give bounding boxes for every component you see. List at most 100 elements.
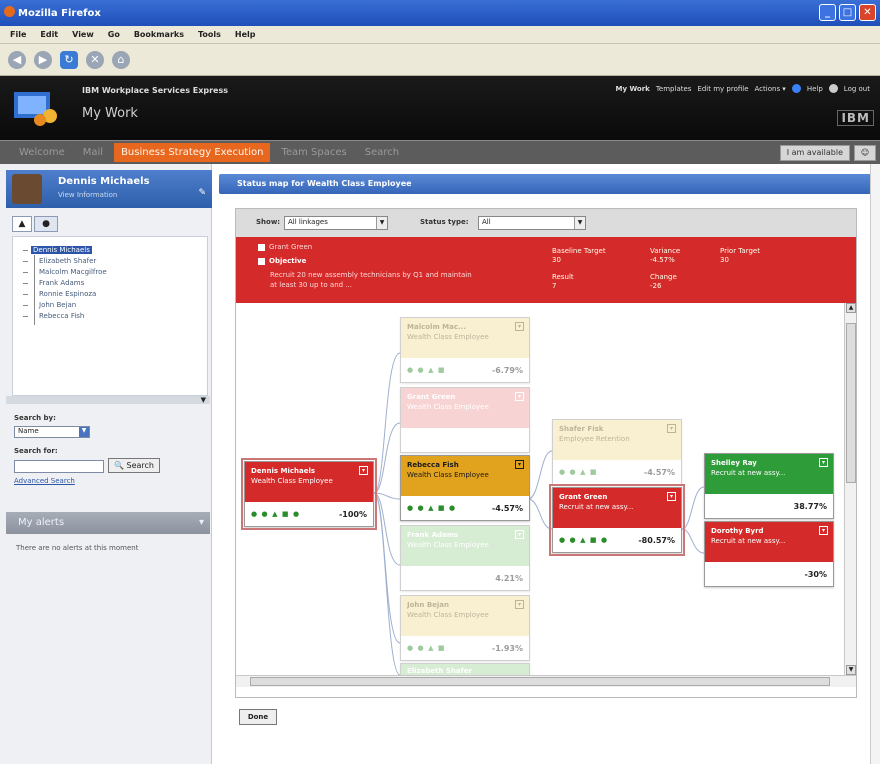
status-node[interactable]: Shelley Ray Recruit at new assy... ▾ 38.77… [704,453,834,519]
tab-welcome[interactable]: Welcome [12,143,72,162]
window-title: Mozilla Firefox [18,7,101,19]
node-menu-icon[interactable]: ▾ [819,458,828,467]
status-node[interactable]: Rebecca Fish Wealth Class Employee ▾ ● ● ▲… [400,455,530,521]
tab-search[interactable]: Search [358,143,406,162]
availability-button[interactable]: I am available [779,145,850,161]
objective-label: Objective [269,257,307,265]
scroll-thumb[interactable] [846,323,856,483]
status-node[interactable]: John Bejan Wealth Class Employee ▾ ● ● ▲ ■… [400,595,530,661]
menu-edit[interactable]: Edit [40,30,58,39]
home-icon[interactable]: ⌂ [112,50,130,69]
org-tree: Dennis Michaels Elizabeth Shafer Malcolm… [12,236,208,396]
search-input[interactable] [14,460,104,473]
search-by-select[interactable]: Name ▼ [14,426,90,438]
back-arrow-icon[interactable]: ◀ [8,50,26,69]
tree-item[interactable]: Dennis Michaels [17,245,203,256]
scroll-thumb[interactable] [250,677,830,686]
scroll-up-icon[interactable]: ▲ [846,303,856,313]
node-menu-icon[interactable]: ▾ [667,424,676,433]
page-scrollbar[interactable] [870,164,880,764]
panel-heading: Status map for Wealth Class Employee [219,174,871,194]
link-logout[interactable]: Log out [844,85,870,93]
chevron-down-icon: ▼ [79,427,89,437]
objective-owner[interactable]: Grant Green [269,243,312,251]
chevron-down-icon: ▼ [376,217,387,229]
menu-view[interactable]: View [72,30,94,39]
maximize-button[interactable]: □ [839,4,856,21]
panel-splitter[interactable]: ▼ [6,396,210,404]
reload-icon[interactable]: ↻ [60,50,78,69]
objective-text-1: Recruit 20 new assembly technicians by Q… [270,271,472,279]
node-menu-icon[interactable]: ▾ [515,460,524,469]
tree-item[interactable]: Rebecca Fish [17,311,203,322]
menu-file[interactable]: File [10,30,26,39]
sidebar: Dennis Michaels View Information ✎ ▲ ● D… [0,164,212,764]
status-node[interactable]: Grant Green Wealth Class Employee ▾ [400,387,530,453]
status-node[interactable]: Dorothy Byrd Recruit at new assy... ▾ -30% [704,521,834,587]
minimize-button[interactable]: _ [819,4,836,21]
tree-item[interactable]: Ronnie Espinoza [17,289,203,300]
objective-text-2: at least 30 up to and ... [270,281,352,289]
vertical-scrollbar[interactable]: ▲ ▼ [844,303,856,675]
search-by-label: Search by: [14,414,56,422]
menu-help[interactable]: Help [235,30,256,39]
status-map: Dennis Michaels Wealth Class Employee ▾ ● … [236,303,856,687]
node-menu-icon[interactable]: ▾ [359,466,368,475]
metric-value: 30 [552,256,561,264]
metric-label: Baseline Target [552,247,606,255]
node-menu-icon[interactable]: ▾ [515,392,524,401]
stop-icon[interactable]: ✕ [86,50,104,69]
firefox-icon [4,6,15,17]
close-button[interactable]: ✕ [859,4,876,21]
link-help[interactable]: Help [807,85,823,93]
status-node[interactable]: Malcolm Mac... Wealth Class Employee ▾ ● ●… [400,317,530,383]
menu-tools[interactable]: Tools [198,30,221,39]
people-icon[interactable]: ☺ [854,145,876,161]
forward-arrow-icon[interactable]: ▶ [34,50,52,69]
user-name: Dennis Michaels [58,176,150,187]
status-node[interactable]: Shafer Fisk Employee Retention ▾ ● ● ▲ ■ -4… [552,419,682,485]
view-information-link[interactable]: View Information [58,191,117,199]
advanced-search-link[interactable]: Advanced Search [14,477,75,485]
menu-bookmarks[interactable]: Bookmarks [134,30,184,39]
status-node[interactable]: Frank Adams Wealth Class Employee ▾ 4.21% [400,525,530,591]
link-my-work[interactable]: My Work [615,85,649,93]
scroll-down-icon[interactable]: ▼ [846,665,856,675]
edit-icon[interactable]: ✎ [198,188,206,198]
tab-team-spaces[interactable]: Team Spaces [274,143,353,162]
search-button[interactable]: 🔍 Search [108,458,160,473]
link-actions[interactable]: Actions ▾ [755,85,786,93]
node-menu-icon[interactable]: ▾ [819,526,828,535]
done-button[interactable]: Done [239,709,277,725]
avatar [12,174,42,204]
tab-business-strategy-execution[interactable]: Business Strategy Execution [114,143,271,162]
node-menu-icon[interactable]: ▾ [515,600,524,609]
tree-item[interactable]: Frank Adams [17,278,203,289]
status-type-label: Status type: [420,218,469,226]
tree-item[interactable]: Elizabeth Shafer [17,256,203,267]
metric-value: 30 [720,256,729,264]
alerts-message: There are no alerts at this moment [16,544,139,552]
metric-label: Prior Target [720,247,760,255]
main-panel: Status map for Wealth Class Employee Sho… [213,164,880,764]
node-menu-icon[interactable]: ▾ [515,322,524,331]
alerts-title: My alerts [18,517,65,528]
status-type-select[interactable]: All ▼ [478,216,586,230]
tab-mail[interactable]: Mail [76,143,110,162]
link-templates[interactable]: Templates [656,85,692,93]
workplace-logo-icon [14,92,57,126]
logout-icon [828,84,838,93]
status-node[interactable]: Grant Green Recruit at new assy... ▾ ● ● ▲… [549,484,685,556]
people-tab-icon[interactable]: ▲ [12,216,32,232]
show-select[interactable]: All linkages ▼ [284,216,388,230]
alerts-panel-header[interactable]: My alerts ▾ [6,512,210,534]
status-node-root[interactable]: Dennis Michaels Wealth Class Employee ▾ ● … [241,458,377,530]
groups-tab-icon[interactable]: ● [34,216,58,232]
menu-go[interactable]: Go [108,30,120,39]
tree-item[interactable]: Malcolm Macgilfroe [17,267,203,278]
node-menu-icon[interactable]: ▾ [515,530,524,539]
node-menu-icon[interactable]: ▾ [667,492,676,501]
tree-item[interactable]: John Bejan [17,300,203,311]
link-edit-profile[interactable]: Edit my profile [697,85,748,93]
horizontal-scrollbar[interactable] [236,675,856,687]
